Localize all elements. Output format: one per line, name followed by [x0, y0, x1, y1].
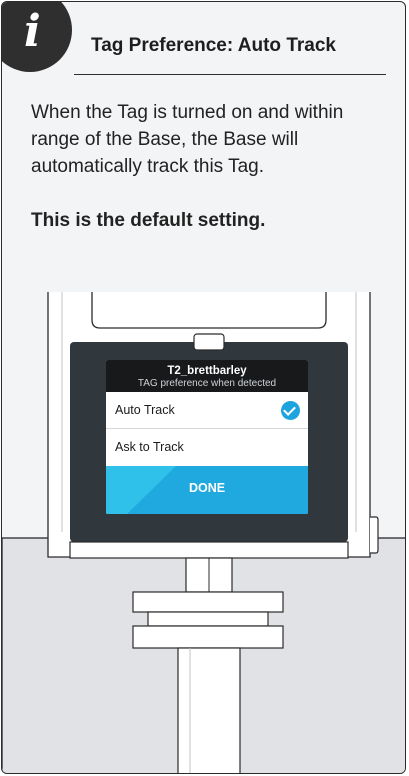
option-auto-track-label: Auto Track	[115, 403, 175, 417]
option-auto-track[interactable]: Auto Track	[106, 392, 308, 429]
done-button-label: DONE	[188, 481, 226, 495]
device-base-strip	[69, 541, 349, 559]
checkmark-icon	[281, 401, 300, 420]
tag-name: T2_brettbarley	[167, 365, 247, 377]
collar-upper	[132, 591, 284, 613]
collar-middle	[147, 611, 269, 627]
done-button-shade	[106, 466, 176, 514]
option-ask-to-track-label: Ask to Track	[115, 440, 184, 454]
device-screen: T2_brettbarley TAG preference when detec…	[106, 360, 308, 514]
done-button[interactable]: DONE	[106, 466, 308, 514]
tripod-pole	[177, 647, 241, 773]
bezel-notch	[193, 333, 225, 351]
tag-preference-subtitle: TAG preference when detected	[137, 378, 277, 389]
collar-lower	[132, 625, 284, 649]
device-top-mount	[91, 292, 327, 329]
device-side-button	[370, 516, 379, 554]
screen-header: T2_brettbarley TAG preference when detec…	[106, 360, 308, 392]
option-ask-to-track[interactable]: Ask to Track	[106, 429, 308, 466]
